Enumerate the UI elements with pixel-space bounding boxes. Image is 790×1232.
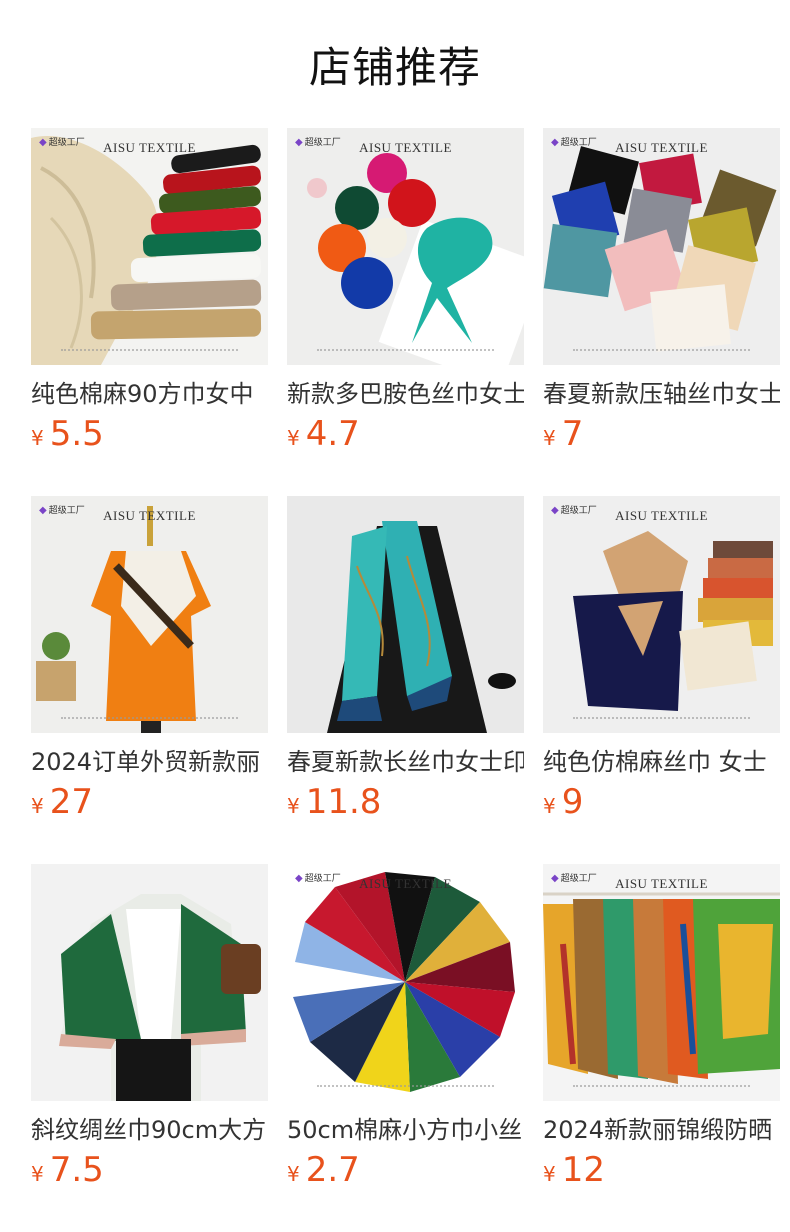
fine-print-decoration <box>573 717 750 725</box>
fine-print-decoration <box>317 1085 494 1093</box>
currency-symbol: ¥ <box>31 794 44 818</box>
price-value: 2.7 <box>305 1150 360 1190</box>
product-price: ¥4.7 <box>287 414 524 460</box>
product-photo-rose-scarves <box>287 128 524 365</box>
product-price: ¥5.5 <box>31 414 268 460</box>
product-image[interactable] <box>287 496 524 733</box>
product-image[interactable]: ◆ 超级工厂 AISU TEXTILE <box>543 864 780 1101</box>
product-card[interactable]: ◆ 超级工厂 AISU TEXTILE 春夏新款压轴丝巾女士 ¥7 <box>543 128 780 460</box>
currency-symbol: ¥ <box>543 426 556 450</box>
product-name[interactable]: 纯色仿棉麻丝巾 女士 <box>543 746 780 778</box>
product-image[interactable]: ◆ 超级工厂 AISU TEXTILE <box>287 864 524 1101</box>
section-title: 店铺推荐 <box>308 43 481 92</box>
price-value: 7.5 <box>49 1150 104 1190</box>
product-price: ¥2.7 <box>287 1150 524 1196</box>
product-card[interactable]: ◆ 超级工厂 AISU TEXTILE 纯色棉麻90方巾女中 ¥5.5 <box>31 128 268 460</box>
product-photo-bandana-fan <box>287 864 524 1101</box>
currency-symbol: ¥ <box>543 1162 556 1186</box>
product-name[interactable]: 春夏新款压轴丝巾女士 <box>543 378 780 410</box>
product-name[interactable]: 新款多巴胺色丝巾女士 <box>287 378 524 410</box>
brand-watermark: AISU TEXTILE <box>103 508 196 523</box>
product-price: ¥7 <box>543 414 780 460</box>
product-card[interactable]: ◆ 超级工厂 AISU TEXTILE 50cm棉麻小方巾小丝 ¥2.7 <box>287 864 524 1196</box>
product-name[interactable]: 纯色棉麻90方巾女中 <box>31 378 268 410</box>
product-photo-long-silk-scarf <box>287 496 524 733</box>
price-value: 9 <box>561 782 584 822</box>
fine-print-decoration <box>573 349 750 357</box>
product-image[interactable]: ◆ 超级工厂 AISU TEXTILE <box>287 128 524 365</box>
product-name[interactable]: 春夏新款长丝巾女士印 <box>287 746 524 778</box>
currency-symbol: ¥ <box>543 794 556 818</box>
product-image[interactable]: ◆ 超级工厂 AISU TEXTILE <box>31 496 268 733</box>
brand-watermark: AISU TEXTILE <box>615 140 708 155</box>
product-card[interactable]: 春夏新款长丝巾女士印 ¥11.8 <box>287 496 524 828</box>
currency-symbol: ¥ <box>287 426 300 450</box>
product-photo-twill-scarf-worn <box>31 864 268 1101</box>
fine-print-decoration <box>61 717 238 725</box>
product-price: ¥12 <box>543 1150 780 1196</box>
brand-watermark: AISU TEXTILE <box>103 140 196 155</box>
fine-print-decoration <box>573 1085 750 1093</box>
product-card[interactable]: ◆ 超级工厂 AISU TEXTILE 纯色仿棉麻丝巾 女士 ¥9 <box>543 496 780 828</box>
price-value: 5.5 <box>49 414 104 454</box>
price-value: 4.7 <box>305 414 360 454</box>
product-name[interactable]: 2024新款丽锦缎防晒 <box>543 1114 780 1146</box>
product-photo-pleated-scarves <box>543 128 780 365</box>
currency-symbol: ¥ <box>287 1162 300 1186</box>
product-image[interactable]: ◆ 超级工厂 AISU TEXTILE <box>543 496 780 733</box>
product-name[interactable]: 斜纹绸丝巾90cm大方 <box>31 1114 268 1146</box>
product-photo-scarf-on-mannequin <box>31 496 268 733</box>
fine-print-decoration <box>317 349 494 357</box>
product-card[interactable]: ◆ 超级工厂 AISU TEXTILE 新款多巴胺色丝巾女士 ¥4.7 <box>287 128 524 460</box>
currency-symbol: ¥ <box>287 794 300 818</box>
product-price: ¥11.8 <box>287 782 524 828</box>
product-price: ¥7.5 <box>31 1150 268 1196</box>
brand-watermark: AISU TEXTILE <box>359 140 452 155</box>
brand-watermark: AISU TEXTILE <box>615 508 708 523</box>
product-price: ¥9 <box>543 782 780 828</box>
product-card[interactable]: ◆ 超级工厂 AISU TEXTILE 2024新款丽锦缎防晒 ¥12 <box>543 864 780 1196</box>
product-card[interactable]: 斜纹绸丝巾90cm大方 ¥7.5 <box>31 864 268 1196</box>
product-image[interactable]: ◆ 超级工厂 AISU TEXTILE <box>31 128 268 365</box>
brand-watermark: AISU TEXTILE <box>615 876 708 891</box>
product-name[interactable]: 50cm棉麻小方巾小丝 <box>287 1114 524 1146</box>
product-photo-pleated-shawls <box>543 496 780 733</box>
price-value: 12 <box>561 1150 605 1190</box>
currency-symbol: ¥ <box>31 1162 44 1186</box>
price-value: 11.8 <box>305 782 382 822</box>
product-name[interactable]: 2024订单外贸新款丽 <box>31 746 268 778</box>
fine-print-decoration <box>61 349 238 357</box>
price-value: 7 <box>561 414 584 454</box>
brand-watermark: AISU TEXTILE <box>359 876 452 891</box>
product-image[interactable] <box>31 864 268 1101</box>
product-card[interactable]: ◆ 超级工厂 AISU TEXTILE 2024订单外贸新款丽 ¥27 <box>31 496 268 828</box>
currency-symbol: ¥ <box>31 426 44 450</box>
product-photo-hanging-kaftans <box>543 864 780 1101</box>
product-photo-scarves-stacked <box>31 128 268 365</box>
product-image[interactable]: ◆ 超级工厂 AISU TEXTILE <box>543 128 780 365</box>
price-value: 27 <box>49 782 93 822</box>
product-price: ¥27 <box>31 782 268 828</box>
